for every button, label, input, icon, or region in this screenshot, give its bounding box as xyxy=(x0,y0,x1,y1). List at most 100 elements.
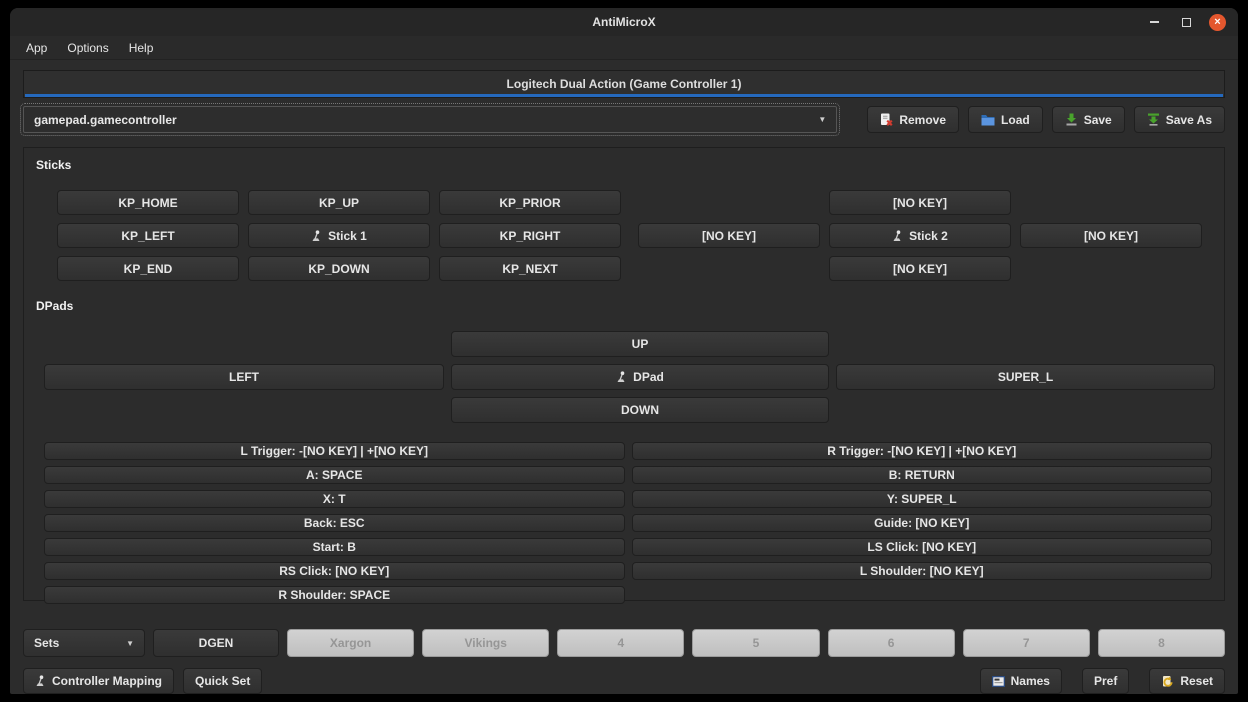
pref-label: Pref xyxy=(1094,674,1117,688)
stick1-down-button[interactable]: KP_DOWN xyxy=(248,256,430,281)
r-shoulder-button[interactable]: R Shoulder: SPACE xyxy=(44,586,625,604)
set-button-7[interactable]: 7 xyxy=(963,629,1090,657)
save-as-button-label: Save As xyxy=(1166,113,1212,127)
stick1-down-right-button[interactable]: KP_NEXT xyxy=(439,256,621,281)
maximize-button[interactable] xyxy=(1177,13,1195,31)
pref-button[interactable]: Pref xyxy=(1082,668,1129,694)
set-button-4[interactable]: 4 xyxy=(557,629,684,657)
l-trigger-button[interactable]: L Trigger: -[NO KEY] | +[NO KEY] xyxy=(44,442,625,460)
names-label: Names xyxy=(1011,674,1050,688)
stick1-down-left-button[interactable]: KP_END xyxy=(57,256,239,281)
set-button-6[interactable]: 6 xyxy=(828,629,955,657)
menu-item-app[interactable]: App xyxy=(18,38,55,58)
set-button-3[interactable]: Vikings xyxy=(422,629,549,657)
start-button[interactable]: Start: B xyxy=(44,538,625,556)
save-button[interactable]: Save xyxy=(1052,106,1125,133)
a-button[interactable]: A: SPACE xyxy=(44,466,625,484)
menu-item-options[interactable]: Options xyxy=(59,38,116,58)
controller-mapping-button[interactable]: Controller Mapping xyxy=(23,668,174,694)
save-as-button[interactable]: Save As xyxy=(1134,106,1225,133)
back-button[interactable]: Back: ESC xyxy=(44,514,625,532)
titlebar[interactable]: AntiMicroX × xyxy=(10,8,1238,36)
stick2-grid-spacer xyxy=(1020,190,1202,215)
stick1-center-button[interactable]: Stick 1 xyxy=(248,223,430,248)
footer-left-buttons: Controller Mapping Quick Set xyxy=(23,668,262,694)
b-button[interactable]: B: RETURN xyxy=(632,466,1213,484)
r-trigger-button[interactable]: R Trigger: -[NO KEY] | +[NO KEY] xyxy=(632,442,1213,460)
l-shoulder-button[interactable]: L Shoulder: [NO KEY] xyxy=(632,562,1213,580)
dpad-down-button[interactable]: DOWN xyxy=(451,397,829,423)
dpad-grid: UP LEFT DPad SUPER_L DOWN xyxy=(44,331,1212,423)
stick2-down-button[interactable]: [NO KEY] xyxy=(829,256,1011,281)
stick1-right-button[interactable]: KP_RIGHT xyxy=(439,223,621,248)
set-button-2[interactable]: Xargon xyxy=(287,629,414,657)
profile-buttons: Remove Load Save xyxy=(867,106,1225,133)
stick1-up-button[interactable]: KP_UP xyxy=(248,190,430,215)
remove-document-icon xyxy=(880,113,893,126)
stick2-center-button[interactable]: Stick 2 xyxy=(829,223,1011,248)
stick2-left-button[interactable]: [NO KEY] xyxy=(638,223,820,248)
controller-mapping-label: Controller Mapping xyxy=(52,674,162,688)
tab-controller[interactable]: Logitech Dual Action (Game Controller 1) xyxy=(23,70,1225,98)
joystick-icon xyxy=(892,230,903,242)
sets-dropdown[interactable]: Sets ▼ xyxy=(23,629,145,657)
menubar: App Options Help xyxy=(10,36,1238,60)
reset-button[interactable]: Reset xyxy=(1149,668,1225,694)
stick1-left-button[interactable]: KP_LEFT xyxy=(57,223,239,248)
guide-button[interactable]: Guide: [NO KEY] xyxy=(632,514,1213,532)
stick1-label: Stick 1 xyxy=(328,229,367,243)
dpad-grid-spacer xyxy=(836,397,1215,423)
button-mapping-list: L Trigger: -[NO KEY] | +[NO KEY] A: SPAC… xyxy=(44,442,1212,604)
y-button[interactable]: Y: SUPER_L xyxy=(632,490,1213,508)
tab-label: Logitech Dual Action (Game Controller 1) xyxy=(507,77,742,91)
profile-row: gamepad.gamecontroller ▼ Remove Load xyxy=(23,106,1225,133)
folder-icon xyxy=(981,114,995,126)
remove-button[interactable]: Remove xyxy=(867,106,959,133)
save-button-label: Save xyxy=(1084,113,1112,127)
menu-item-help[interactable]: Help xyxy=(121,38,162,58)
stick1-up-left-button[interactable]: KP_HOME xyxy=(57,190,239,215)
sets-dropdown-label: Sets xyxy=(34,636,59,650)
load-button[interactable]: Load xyxy=(968,106,1043,133)
x-button[interactable]: X: T xyxy=(44,490,625,508)
stick2-grid-spacer xyxy=(638,256,820,281)
profile-combobox-value: gamepad.gamecontroller xyxy=(34,113,818,127)
stick2-grid: [NO KEY] [NO KEY] Stick 2 [NO KEY] [NO K… xyxy=(638,190,1202,281)
controls-panel: Sticks KP_HOME KP_UP KP_PRIOR KP_LEFT St… xyxy=(23,147,1225,601)
dpad-up-button[interactable]: UP xyxy=(451,331,829,357)
set-button-active[interactable]: DGEN xyxy=(153,629,279,657)
stick1-grid: KP_HOME KP_UP KP_PRIOR KP_LEFT Stick 1 K… xyxy=(57,190,621,281)
set-button-5[interactable]: 5 xyxy=(692,629,819,657)
ls-click-button[interactable]: LS Click: [NO KEY] xyxy=(632,538,1213,556)
footer-row: Controller Mapping Quick Set Names Pref xyxy=(23,668,1225,694)
names-button[interactable]: Names xyxy=(980,668,1062,694)
stick2-grid-spacer xyxy=(1020,256,1202,281)
profile-combobox[interactable]: gamepad.gamecontroller ▼ xyxy=(23,106,837,133)
tab-active-indicator xyxy=(25,94,1223,97)
reset-label: Reset xyxy=(1180,674,1213,688)
reset-refresh-icon xyxy=(1161,675,1174,688)
minimize-button[interactable] xyxy=(1145,13,1163,31)
joystick-icon xyxy=(616,371,627,383)
stick1-up-right-button[interactable]: KP_PRIOR xyxy=(439,190,621,215)
stick2-up-button[interactable]: [NO KEY] xyxy=(829,190,1011,215)
dpad-center-button[interactable]: DPad xyxy=(451,364,829,390)
stick2-grid-spacer xyxy=(638,190,820,215)
set-button-8[interactable]: 8 xyxy=(1098,629,1225,657)
maximize-icon xyxy=(1182,18,1191,27)
stick2-label: Stick 2 xyxy=(909,229,948,243)
stick2-right-button[interactable]: [NO KEY] xyxy=(1020,223,1202,248)
rs-click-button[interactable]: RS Click: [NO KEY] xyxy=(44,562,625,580)
quick-set-button[interactable]: Quick Set xyxy=(183,668,262,694)
remove-button-label: Remove xyxy=(899,113,946,127)
dpad-right-button[interactable]: SUPER_L xyxy=(836,364,1215,390)
dpad-left-button[interactable]: LEFT xyxy=(44,364,444,390)
footer-right-buttons: Names Pref Reset xyxy=(980,668,1225,694)
chevron-down-icon: ▼ xyxy=(818,115,826,124)
quick-set-label: Quick Set xyxy=(195,674,250,688)
names-label-icon xyxy=(992,676,1005,687)
close-button[interactable]: × xyxy=(1209,14,1226,31)
minimize-icon xyxy=(1150,21,1159,23)
joystick-icon xyxy=(311,230,322,242)
dpad-grid-spacer xyxy=(836,331,1215,357)
